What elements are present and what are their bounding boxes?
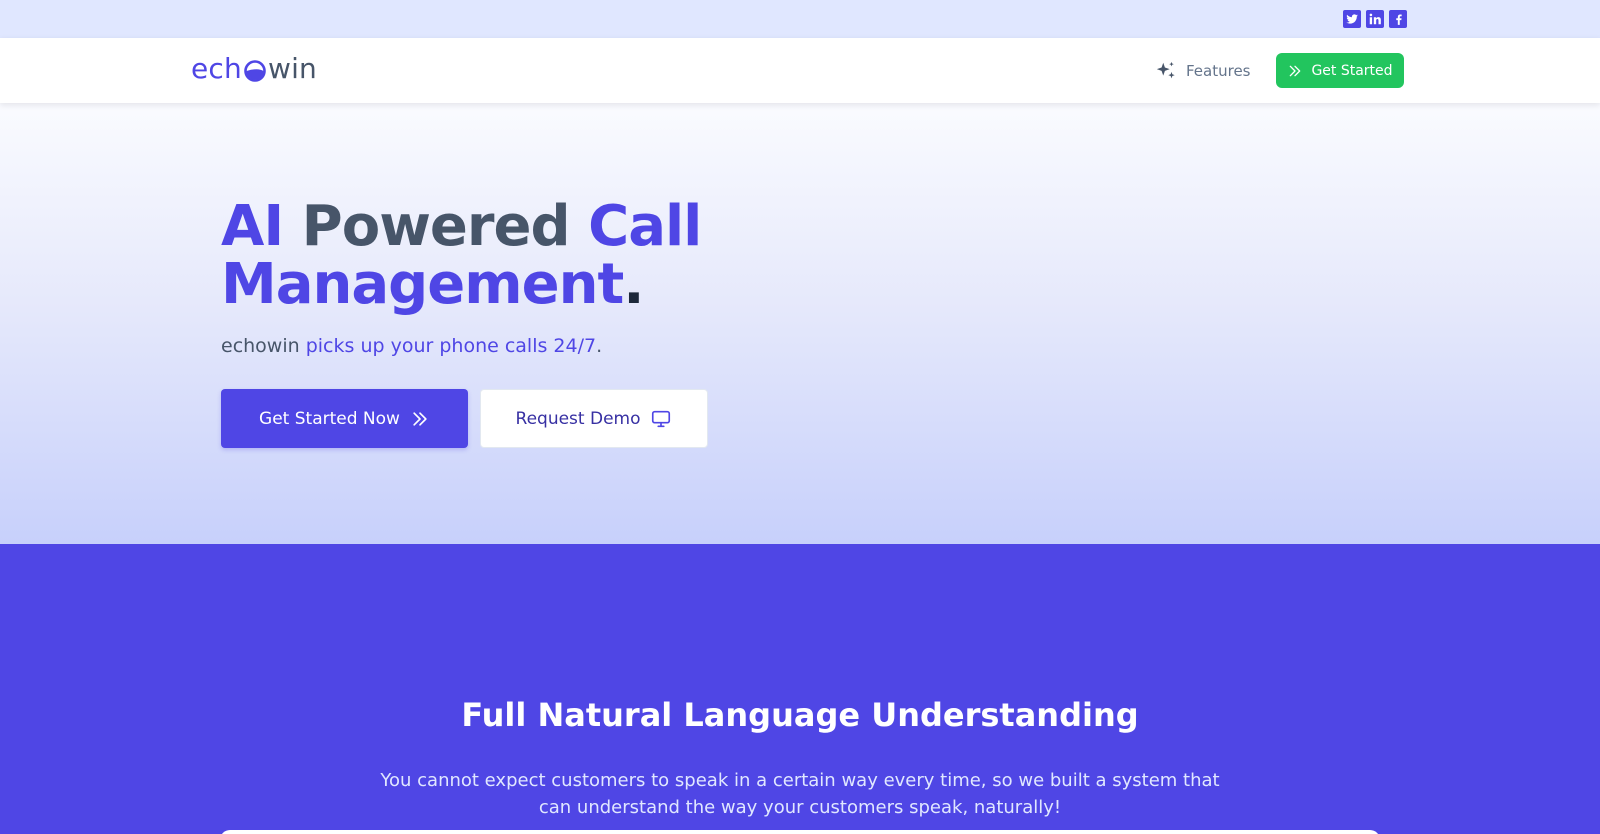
chevrons-right-icon xyxy=(413,411,427,426)
chevrons-right-icon xyxy=(1290,65,1301,76)
hero-section: AI Powered Call Management. echowin pick… xyxy=(0,103,1600,544)
nav-features-label: Features xyxy=(1186,62,1251,80)
logo-o-mark-icon xyxy=(244,59,266,82)
twitter-icon[interactable] xyxy=(1343,10,1361,28)
hero-subtitle-highlight: picks up your phone calls 24/7 xyxy=(299,335,597,357)
get-started-now-label: Get Started Now xyxy=(259,408,400,429)
social-links xyxy=(1343,10,1407,28)
top-social-bar xyxy=(0,0,1600,38)
request-demo-label: Request Demo xyxy=(515,408,641,429)
get-started-label: Get Started xyxy=(1311,62,1393,79)
site-header: ech win Features Get Started xyxy=(0,38,1600,103)
echowin-logo[interactable]: ech win xyxy=(191,52,317,85)
facebook-icon[interactable] xyxy=(1389,10,1407,28)
features-description: You cannot expect customers to speak in … xyxy=(380,770,1220,818)
hero-title: AI Powered Call Management. xyxy=(221,198,702,317)
features-card xyxy=(220,830,1380,834)
hero-subtitle-brand: echowin xyxy=(221,335,300,357)
hero-title-word-4: Management xyxy=(221,252,624,317)
hero-title-word-3: Call xyxy=(588,194,702,259)
get-started-button[interactable]: Get Started xyxy=(1276,53,1404,88)
features-title: Full Natural Language Understanding xyxy=(461,696,1139,734)
hero-title-word-1: AI xyxy=(221,194,284,259)
nav-features-link[interactable]: Features xyxy=(1155,60,1251,82)
monitor-icon xyxy=(652,410,671,427)
features-section: Full Natural Language Understanding You … xyxy=(0,544,1600,834)
hero-subtitle-period: . xyxy=(596,335,603,357)
logo-text-suffix: win xyxy=(267,52,317,85)
request-demo-button[interactable]: Request Demo xyxy=(480,389,708,448)
hero-title-period: . xyxy=(623,252,644,317)
get-started-now-button[interactable]: Get Started Now xyxy=(221,389,468,448)
hero-title-word-2: Powered xyxy=(283,194,589,259)
logo-text-prefix: ech xyxy=(191,52,242,85)
hero-subtitle: echowin picks up your phone calls 24/7. xyxy=(221,335,602,357)
sparkles-icon xyxy=(1156,61,1175,79)
linkedin-icon[interactable] xyxy=(1366,10,1384,28)
